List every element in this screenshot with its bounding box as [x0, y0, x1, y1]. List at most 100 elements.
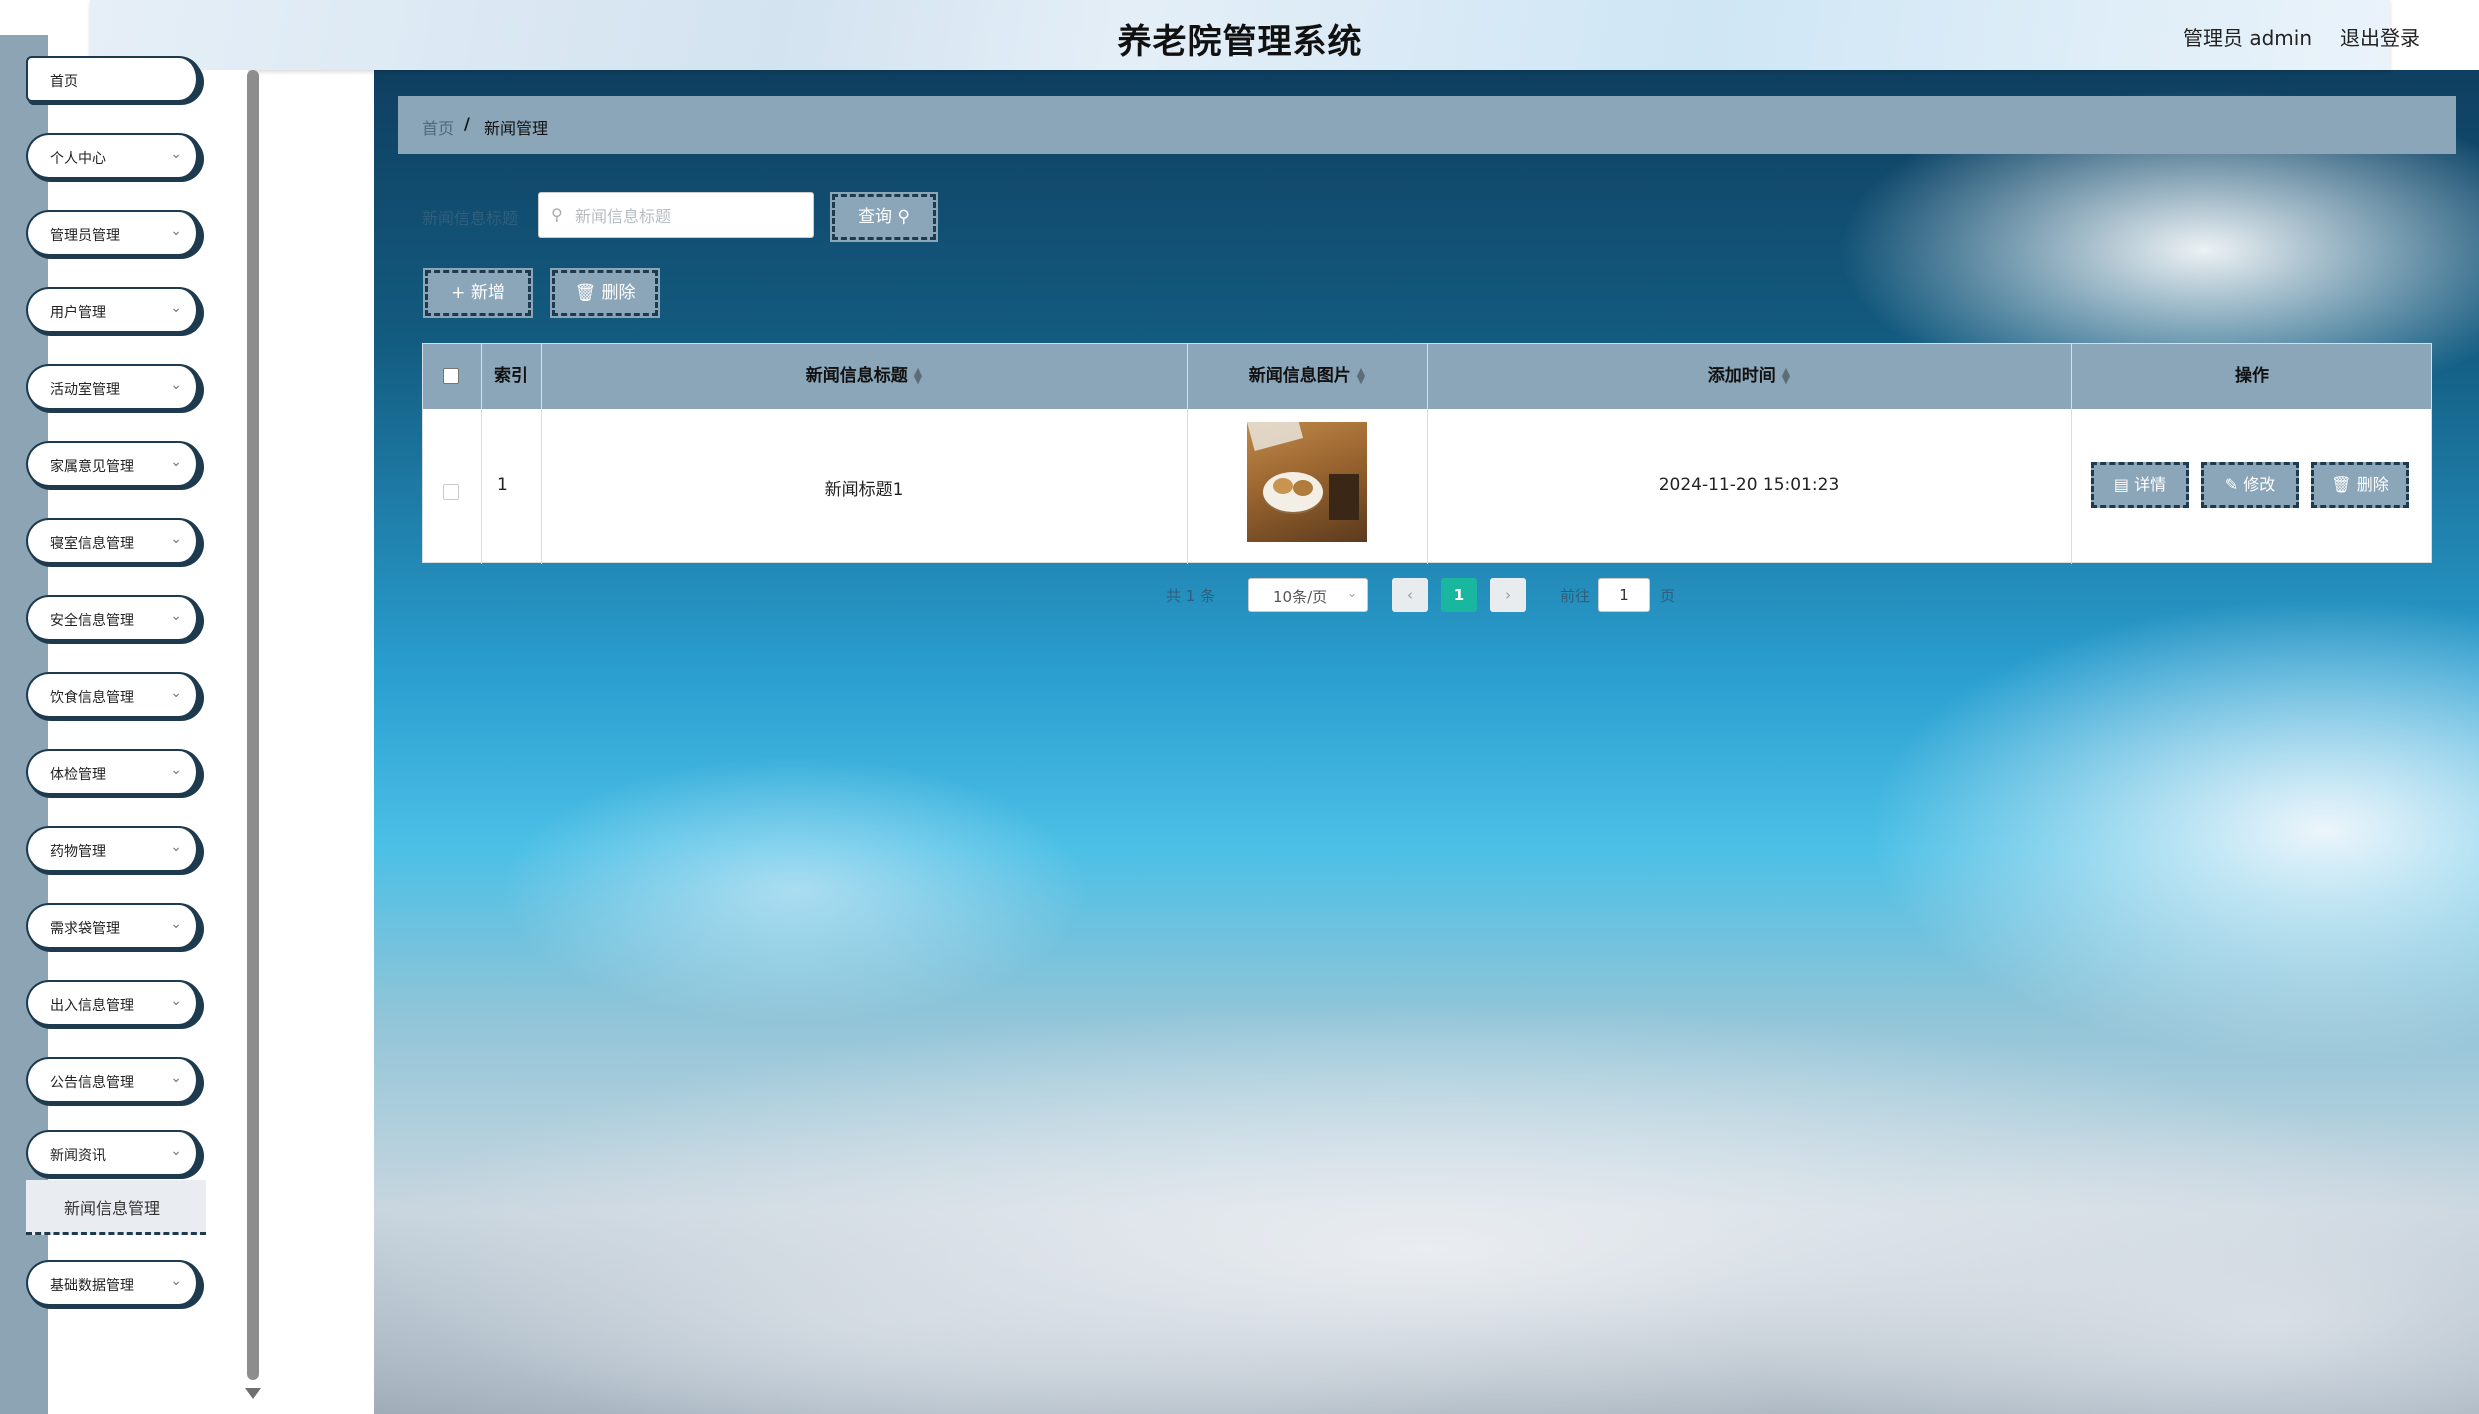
- next-page-button[interactable]: ›: [1490, 578, 1526, 612]
- goto-suffix: 页: [1660, 587, 1676, 605]
- column-header-label: 添加时间: [1707, 366, 1776, 386]
- trash-icon: 🗑: [574, 283, 602, 303]
- chevron-down-icon: ⌄: [170, 916, 182, 932]
- thumbnail-box: [1329, 474, 1359, 520]
- page-number-button[interactable]: 1: [1441, 578, 1477, 612]
- sidebar-item-personal-center[interactable]: 个人中心 ⌄: [26, 133, 202, 179]
- breadcrumb-home[interactable]: 首页: [422, 115, 454, 139]
- sidebar-item-label: 用户管理: [50, 305, 106, 321]
- chevron-down-icon: ⌄: [170, 608, 182, 624]
- sidebar-item-label: 个人中心: [50, 151, 106, 167]
- sidebar-item-dorm-info[interactable]: 寝室信息管理 ⌄: [26, 518, 202, 564]
- sidebar-item-label: 新闻资讯: [50, 1148, 106, 1164]
- batch-delete-button[interactable]: 🗑 删除: [552, 270, 658, 316]
- sidebar-item-access-info[interactable]: 出入信息管理 ⌄: [26, 980, 202, 1026]
- select-all-checkbox[interactable]: [443, 368, 459, 384]
- row-delete-button[interactable]: 🗑 删除: [2311, 462, 2409, 508]
- chevron-down-icon: ⌄: [170, 1273, 182, 1289]
- news-thumbnail[interactable]: [1247, 422, 1367, 542]
- breadcrumb-current: 新闻管理: [484, 119, 549, 138]
- sidebar-item-news[interactable]: 新闻资讯 ⌄: [26, 1130, 202, 1176]
- plus-icon: +: [451, 283, 471, 303]
- current-user: 管理员 admin: [2182, 26, 2312, 50]
- delete-button-label: 删除: [601, 283, 636, 303]
- sidebar-item-label: 饮食信息管理: [50, 690, 134, 706]
- chevron-down-icon: ⌄: [170, 454, 182, 470]
- row-index: 1: [497, 475, 508, 495]
- sidebar-item-label: 活动室管理: [50, 382, 120, 398]
- chevron-left-icon: ‹: [1407, 586, 1413, 604]
- search-field[interactable]: ⚲: [538, 192, 814, 238]
- sidebar-item-admin-management[interactable]: 管理员管理 ⌄: [26, 210, 202, 256]
- background-image: [374, 70, 2479, 1414]
- add-button-label: 新增: [470, 283, 505, 303]
- chevron-down-icon: ⌄: [170, 993, 182, 1009]
- chevron-down-icon: ⌄: [170, 685, 182, 701]
- sidebar-item-activity-room[interactable]: 活动室管理 ⌄: [26, 364, 202, 410]
- column-header-label: 索引: [494, 366, 528, 386]
- sort-icon[interactable]: ▲ ▼: [1357, 366, 1365, 385]
- sidebar-item-announcements[interactable]: 公告信息管理 ⌄: [26, 1057, 202, 1103]
- sidebar-item-needs-bag[interactable]: 需求袋管理 ⌄: [26, 903, 202, 949]
- news-table: 索引 新闻信息标题 ▲ ▼ 新闻信息图片 ▲ ▼ 添加时间 ▲ ▼ 操作 1 新闻标题1 2…: [422, 343, 2433, 564]
- row-time: 2024-11-20 15:01:23: [1658, 475, 1840, 495]
- search-label: 新闻信息标题: [422, 209, 519, 228]
- column-header-actions: 操作: [2071, 344, 2433, 409]
- sort-icon[interactable]: ▲ ▼: [1782, 366, 1790, 385]
- sidebar-item-label: 管理员管理: [50, 228, 120, 244]
- prev-page-button[interactable]: ‹: [1392, 578, 1428, 612]
- sidebar-item-user-management[interactable]: 用户管理 ⌄: [26, 287, 202, 333]
- column-header-index: 索引: [481, 344, 541, 409]
- sidebar-item-family-feedback[interactable]: 家属意见管理 ⌄: [26, 441, 202, 487]
- edit-button-label: 修改: [2243, 475, 2276, 494]
- scroll-down-arrow-icon[interactable]: [245, 1388, 261, 1399]
- chevron-right-icon: ›: [1505, 586, 1511, 604]
- edit-button[interactable]: ✎ 修改: [2201, 462, 2299, 508]
- sidebar-scrollbar[interactable]: [247, 70, 259, 1380]
- sidebar-item-label: 家属意见管理: [50, 459, 134, 475]
- search-input[interactable]: [573, 201, 807, 231]
- sidebar-item-diet-info[interactable]: 饮食信息管理 ⌄: [26, 672, 202, 718]
- sidebar-item-medicine[interactable]: 药物管理 ⌄: [26, 826, 202, 872]
- chevron-down-icon: ⌄: [170, 839, 182, 855]
- page-size-select[interactable]: 10条/页 ⌄: [1248, 578, 1368, 612]
- app-title: 养老院管理系统: [1117, 22, 1363, 62]
- add-button[interactable]: + 新增: [425, 270, 531, 316]
- column-header-time[interactable]: 添加时间 ▲ ▼: [1427, 344, 2071, 409]
- sidebar-item-basic-data[interactable]: 基础数据管理 ⌄: [26, 1260, 202, 1306]
- row-checkbox[interactable]: [443, 484, 459, 500]
- query-button[interactable]: 查询 ⚲: [832, 194, 936, 240]
- thumbnail-paper: [1247, 422, 1304, 451]
- edit-icon: ✎: [2224, 475, 2244, 494]
- sidebar-item-label: 出入信息管理: [50, 998, 134, 1014]
- query-button-label: 查询: [858, 207, 893, 227]
- detail-button-label: 详情: [2134, 475, 2167, 494]
- detail-button[interactable]: ▤ 详情: [2091, 462, 2189, 508]
- sidebar-item-checkup[interactable]: 体检管理 ⌄: [26, 749, 202, 795]
- sidebar-item-label: 药物管理: [50, 844, 106, 860]
- sidebar-item-label: 安全信息管理: [50, 613, 134, 629]
- column-header-image[interactable]: 新闻信息图片 ▲ ▼: [1187, 344, 1427, 409]
- logout-link[interactable]: 退出登录: [2340, 22, 2420, 51]
- row-title: 新闻标题1: [824, 480, 904, 500]
- chevron-down-icon: ⌄: [170, 1070, 182, 1086]
- thumbnail-food: [1293, 480, 1313, 496]
- chevron-down-icon: ⌄: [170, 531, 182, 547]
- goto-page-input[interactable]: 1: [1598, 578, 1650, 612]
- chevron-down-icon: ⌄: [170, 1143, 182, 1159]
- breadcrumb: 首页 / 新闻管理: [398, 96, 2456, 154]
- document-icon: ▤: [2113, 475, 2135, 494]
- chevron-down-icon: ⌄: [170, 300, 182, 316]
- page-size-value: 10条/页: [1273, 588, 1328, 606]
- sidebar-item-safety-info[interactable]: 安全信息管理 ⌄: [26, 595, 202, 641]
- sort-icon[interactable]: ▲ ▼: [914, 366, 922, 385]
- sidebar-subitem-news-management[interactable]: 新闻信息管理: [26, 1180, 206, 1235]
- column-header-label: 操作: [2235, 366, 2269, 386]
- column-header-title[interactable]: 新闻信息标题 ▲ ▼: [541, 344, 1187, 409]
- chevron-down-icon: ⌄: [170, 146, 182, 162]
- top-header: 养老院管理系统 管理员 admin 退出登录: [90, 0, 2420, 70]
- sidebar-item-label: 公告信息管理: [50, 1075, 134, 1091]
- sidebar-item-label: 基础数据管理: [50, 1278, 134, 1294]
- trash-icon: 🗑: [2331, 475, 2357, 494]
- sidebar-item-home[interactable]: 首页: [26, 56, 202, 102]
